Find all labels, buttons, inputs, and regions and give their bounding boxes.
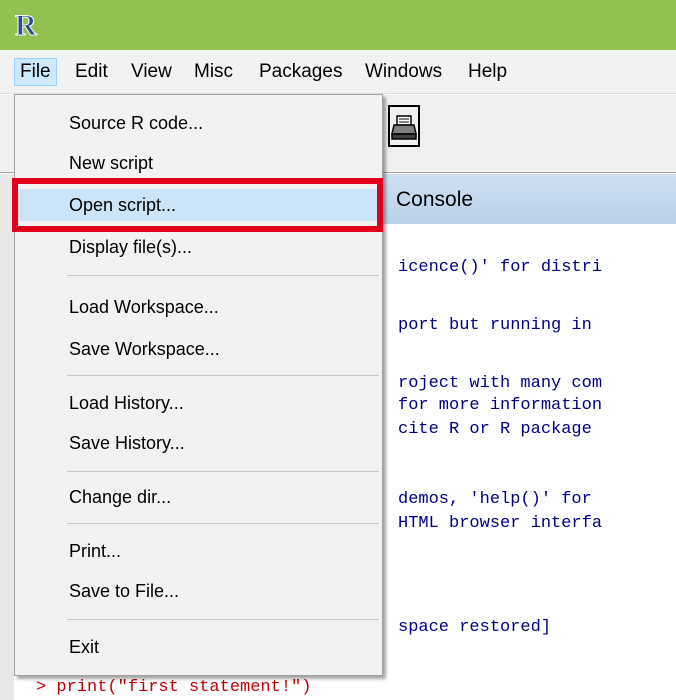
- annotation-highlight-box: [12, 178, 383, 232]
- mdi-frame: [0, 174, 14, 700]
- menu-item-source-r-code[interactable]: Source R code...: [17, 107, 380, 139]
- menu-item-save-to-file[interactable]: Save to File...: [17, 575, 380, 607]
- menu-separator: [67, 275, 379, 276]
- menu-item-exit[interactable]: Exit: [17, 631, 380, 663]
- menu-packages[interactable]: Packages: [254, 58, 347, 86]
- menu-help[interactable]: Help: [463, 58, 512, 86]
- menu-item-load-workspace[interactable]: Load Workspace...: [17, 291, 380, 323]
- console-line: roject with many com: [398, 374, 603, 393]
- menu-view[interactable]: View: [126, 58, 177, 86]
- menu-item-print[interactable]: Print...: [17, 535, 380, 567]
- menu-windows[interactable]: Windows: [360, 58, 447, 86]
- menu-separator: [67, 523, 379, 524]
- menu-item-display-files[interactable]: Display file(s)...: [17, 231, 380, 263]
- menu-file[interactable]: File: [14, 58, 57, 86]
- menu-item-save-history[interactable]: Save History...: [17, 427, 380, 459]
- print-button[interactable]: [388, 105, 420, 147]
- console-line: HTML browser interfa: [398, 514, 603, 533]
- menu-separator: [67, 375, 379, 376]
- console-line: icence()' for distri: [398, 258, 603, 277]
- title-bar: R: [0, 0, 676, 50]
- console-prompt-line: > print("first statement!"): [36, 678, 312, 697]
- printer-icon: [391, 115, 417, 140]
- menu-separator: [67, 619, 379, 620]
- menu-item-new-script[interactable]: New script: [17, 147, 380, 179]
- menu-separator: [67, 471, 379, 472]
- menu-item-change-dir[interactable]: Change dir...: [17, 481, 380, 513]
- console-line: port but running in: [398, 316, 592, 335]
- r-logo-icon: R: [15, 9, 38, 41]
- menu-edit[interactable]: Edit: [70, 58, 113, 86]
- svg-text:R: R: [15, 9, 37, 40]
- menu-item-save-workspace[interactable]: Save Workspace...: [17, 333, 380, 365]
- console-line: for more information: [398, 396, 603, 415]
- menu-item-load-history[interactable]: Load History...: [17, 387, 380, 419]
- console-line: demos, 'help()' for: [398, 490, 592, 509]
- menu-bar: File Edit View Misc Packages Windows Hel…: [0, 50, 676, 94]
- menu-misc[interactable]: Misc: [189, 58, 238, 86]
- console-line: cite R or R package: [398, 420, 592, 439]
- console-line: space restored]: [398, 618, 552, 637]
- console-title: Console: [396, 188, 474, 211]
